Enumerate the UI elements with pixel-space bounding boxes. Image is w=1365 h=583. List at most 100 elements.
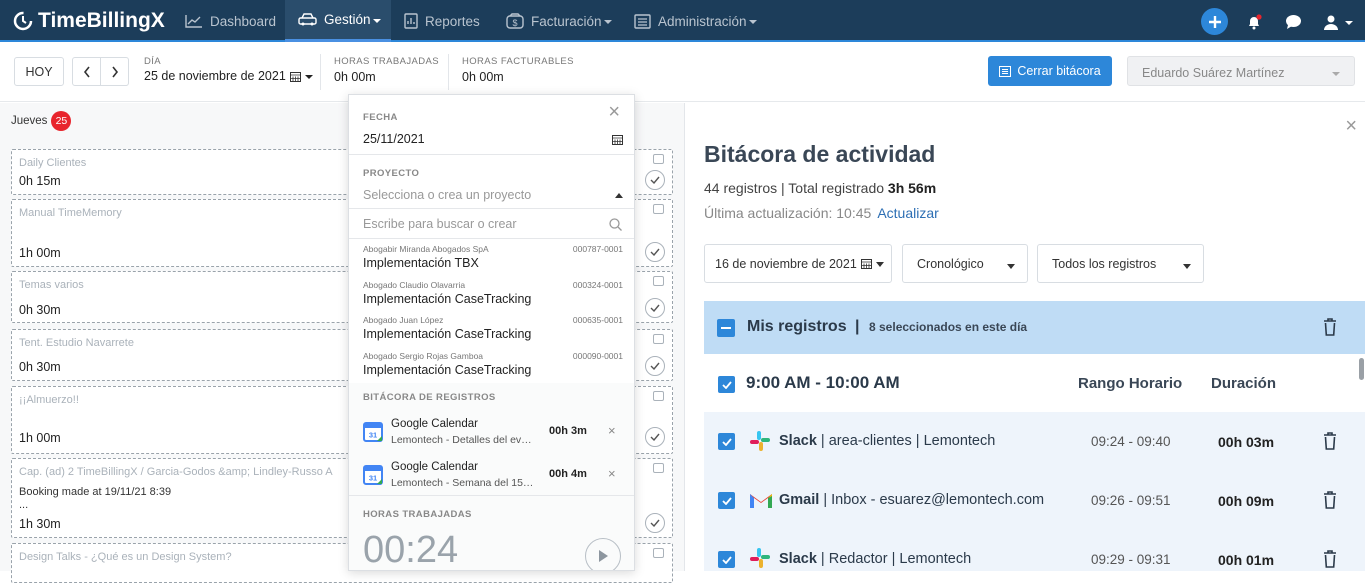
chat-button[interactable] [1280, 8, 1307, 35]
project-option[interactable]: Abogado Sergio Rojas Gamboa 000090-0001 … [363, 351, 623, 377]
date-label: FECHA [363, 112, 398, 123]
project-label: PROYECTO [363, 168, 420, 179]
project-code: 000635-0001 [572, 315, 623, 325]
my-records-group: Mis registros | 8 seleccionados en este … [704, 301, 1365, 354]
nav-gestion[interactable]: Gestión [285, 0, 391, 42]
nav-dashboard[interactable]: Dashboard [185, 0, 276, 42]
scrollbar[interactable] [1359, 358, 1364, 380]
add-button[interactable] [1201, 8, 1228, 35]
log-entry[interactable]: 31 Google Calendar Lemontech - Semana de… [363, 457, 623, 493]
project-code: 000787-0001 [572, 244, 623, 254]
activity-row[interactable]: Gmail | Inbox - esuarez@lemontech.com 09… [704, 471, 1365, 530]
time-range-header: 9:00 AM - 10:00 AM Rango Horario Duració… [704, 354, 1365, 410]
divider [448, 54, 449, 90]
chevron-down-icon [1183, 264, 1191, 269]
refresh-link[interactable]: Actualizar [877, 205, 938, 221]
row-source: Slack | area-clientes | Lemontech [779, 433, 996, 449]
user-menu-button[interactable] [1318, 8, 1358, 35]
date-filter[interactable]: 16 de noviembre de 2021 [704, 244, 892, 283]
project-option[interactable]: Abogabir Miranda Abogados SpA 000787-000… [363, 244, 623, 270]
check-icon[interactable] [645, 170, 665, 190]
trash-icon[interactable] [1323, 432, 1337, 450]
divider [349, 154, 634, 155]
comment-icon[interactable] [653, 548, 664, 558]
activity-row[interactable]: Slack | Redactor | Lemontech 09:29 - 09:… [704, 530, 1365, 571]
list-icon [634, 13, 651, 29]
close-icon[interactable]: × [608, 102, 620, 122]
activity-row[interactable]: Slack | area-clientes | Lemontech 09:24 … [704, 412, 1365, 471]
chat-icon [1286, 14, 1301, 29]
chevron-down-icon [875, 262, 884, 267]
day-label: DÍA [144, 56, 162, 67]
project-search-input[interactable]: Escribe para buscar o crear [349, 208, 634, 239]
today-button[interactable]: HOY [14, 57, 64, 86]
select-all-checkbox[interactable] [717, 319, 735, 337]
project-option[interactable]: Abogado Claudio Olavarria 000324-0001 Im… [363, 280, 623, 306]
last-update: Última actualización: 10:45 Actualizar [704, 205, 939, 221]
project-select[interactable]: Selecciona o crea un proyecto [363, 188, 623, 202]
remove-icon[interactable]: × [608, 466, 616, 481]
worked-value: 0h 00m [334, 70, 376, 84]
bell-icon [1248, 13, 1262, 29]
row-checkbox[interactable] [718, 433, 735, 450]
log-section-label: BITÁCORA DE REGISTROS [363, 392, 496, 403]
row-checkbox[interactable] [718, 492, 735, 509]
log-entry[interactable]: 31 Google Calendar Lemontech - Detalles … [363, 414, 623, 450]
nav-administracion[interactable]: Administración [634, 0, 757, 42]
chevron-left-icon [83, 66, 90, 77]
trash-icon[interactable] [1323, 318, 1337, 336]
notifications-button[interactable] [1240, 8, 1267, 35]
check-icon[interactable] [645, 356, 665, 376]
close-log-button[interactable]: Cerrar bitácora [988, 56, 1112, 86]
comment-icon[interactable] [653, 276, 664, 286]
chevron-down-icon [1345, 20, 1353, 25]
entry-title: Daily Clientes [19, 157, 87, 169]
entry-description-more: ... [19, 499, 29, 511]
range-time: 9:00 AM - 10:00 AM [746, 373, 900, 392]
day-picker[interactable]: 25 de noviembre de 2021 [144, 69, 313, 83]
calendar-icon [860, 259, 872, 269]
check-icon[interactable] [645, 298, 665, 318]
check-icon[interactable] [645, 242, 665, 262]
slack-icon [750, 431, 770, 451]
comment-icon[interactable] [653, 334, 664, 344]
timer-logo-icon [13, 11, 33, 31]
row-checkbox[interactable] [718, 551, 735, 568]
timer-display: 00:24 [363, 529, 459, 571]
prev-day-button[interactable] [72, 57, 101, 86]
check-icon[interactable] [645, 513, 665, 533]
play-button[interactable] [585, 538, 621, 570]
trash-icon[interactable] [1323, 550, 1337, 568]
comment-icon[interactable] [653, 463, 664, 473]
remove-icon[interactable]: × [608, 423, 616, 438]
entry-hours: 1h 30m [19, 517, 61, 531]
comment-icon[interactable] [653, 204, 664, 214]
comment-icon[interactable] [653, 391, 664, 401]
brand-logo[interactable]: TimeBillingX [12, 8, 165, 34]
user-icon [1324, 15, 1338, 30]
next-day-button[interactable] [100, 57, 129, 86]
user-select[interactable]: Eduardo Suárez Martínez [1127, 56, 1355, 86]
check-icon[interactable] [645, 427, 665, 447]
project-code: 000324-0001 [572, 280, 623, 290]
trash-icon[interactable] [1323, 491, 1337, 509]
nav-reportes[interactable]: Reportes [404, 0, 480, 42]
close-icon[interactable]: × [1345, 115, 1357, 138]
comment-icon[interactable] [653, 154, 664, 164]
log-entry-duration: 00h 4m [549, 468, 587, 480]
close-log-label: Cerrar bitácora [1017, 64, 1101, 78]
nav-reportes-label: Reportes [425, 13, 480, 29]
records-filter[interactable]: Todos los registros [1037, 244, 1204, 283]
nav-facturacion[interactable]: $ Facturación [506, 0, 612, 42]
day-toolbar: HOY DÍA 25 de noviembre de 2021 HORAS TR… [0, 42, 1365, 102]
day-value: 25 de noviembre de 2021 [144, 69, 286, 83]
order-filter[interactable]: Cronológico [902, 244, 1028, 283]
log-icon [999, 65, 1012, 77]
project-option[interactable]: Abogado Juan López 000635-0001 Implement… [363, 315, 623, 341]
chevron-up-icon [615, 193, 623, 198]
chevron-down-icon [372, 18, 381, 23]
project-name: Implementación TBX [363, 256, 479, 270]
date-field[interactable]: 25/11/2021 [363, 132, 623, 146]
chevron-down-icon [748, 20, 757, 24]
range-checkbox[interactable] [718, 376, 735, 393]
